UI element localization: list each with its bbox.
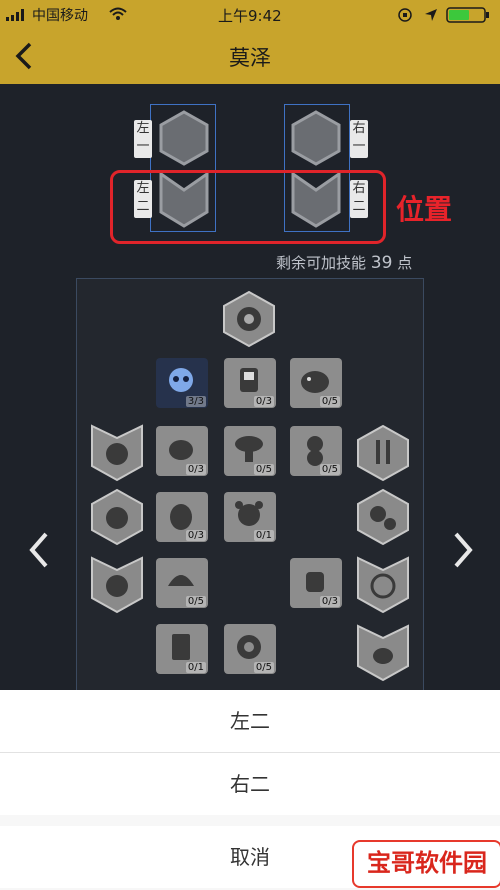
position-highlight-box bbox=[110, 170, 386, 244]
gears-badge-icon[interactable] bbox=[356, 488, 410, 546]
option-right-two[interactable]: 右二 bbox=[0, 753, 500, 815]
skill-count: 0/1 bbox=[253, 530, 274, 541]
slot-label-left-one: 左一 bbox=[134, 120, 152, 158]
gear-badge-icon[interactable] bbox=[222, 290, 276, 348]
talent-screen: 左一 左二 右一 右二 位置 剩余可加技能 39 点 3/3 0/3 0/5 0… bbox=[0, 84, 500, 700]
battery-icon bbox=[446, 7, 489, 23]
skill-count: 0/5 bbox=[185, 596, 206, 607]
remaining-label: 剩余可加技能 bbox=[276, 254, 367, 272]
flaming-skull-icon bbox=[169, 368, 193, 392]
skill-mushroom[interactable]: 0/5 bbox=[224, 426, 276, 476]
skill-count: 0/5 bbox=[253, 464, 274, 475]
skill-disc[interactable]: 0/5 bbox=[224, 624, 276, 674]
skill-card[interactable]: 0/1 bbox=[156, 624, 208, 674]
wifi-icon bbox=[109, 7, 127, 20]
signal-icon bbox=[6, 9, 24, 21]
watermark-logo: 宝哥软件园 bbox=[352, 840, 500, 888]
carrier-label: 中国移动 bbox=[32, 8, 88, 24]
skill-dino[interactable]: 0/3 bbox=[156, 426, 208, 476]
slot-label-right-one: 右一 bbox=[350, 120, 368, 158]
teddy-bear-icon bbox=[307, 436, 323, 466]
disc-icon bbox=[237, 635, 261, 659]
arrow-right-icon[interactable] bbox=[450, 530, 474, 570]
skill-count: 0/3 bbox=[185, 464, 206, 475]
skill-skull-flame[interactable]: 3/3 bbox=[156, 358, 208, 408]
skill-helmet[interactable]: 0/5 bbox=[156, 558, 208, 608]
skull-badge-icon[interactable] bbox=[90, 424, 144, 482]
grenade-icon bbox=[170, 504, 192, 530]
skill-count: 0/5 bbox=[253, 662, 274, 673]
grenade-bundle-badge-icon[interactable] bbox=[90, 556, 144, 614]
slot-right-one-hex-icon[interactable] bbox=[290, 110, 342, 166]
arrow-left-icon[interactable] bbox=[28, 530, 52, 570]
skill-count: 3/3 bbox=[185, 396, 206, 407]
skill-count: 0/5 bbox=[319, 396, 340, 407]
position-annotation: 位置 bbox=[396, 193, 453, 226]
remaining-unit: 点 bbox=[397, 254, 413, 272]
remaining-points: 剩余可加技能 39 点 bbox=[276, 252, 412, 273]
winged-badge-icon[interactable] bbox=[356, 624, 410, 682]
skill-count: 0/3 bbox=[319, 596, 340, 607]
skill-sprite[interactable]: 0/1 bbox=[224, 492, 276, 542]
remaining-count: 39 bbox=[370, 253, 393, 273]
missiles-badge-icon[interactable] bbox=[356, 424, 410, 482]
target-skull-badge-icon[interactable] bbox=[356, 556, 410, 614]
skill-count: 0/5 bbox=[319, 464, 340, 475]
mushroom-icon bbox=[235, 436, 263, 462]
fist-icon bbox=[306, 572, 324, 592]
robot-icon bbox=[240, 368, 258, 392]
skill-count: 0/3 bbox=[253, 396, 274, 407]
location-icon bbox=[425, 9, 437, 21]
skill-grenade[interactable]: 0/3 bbox=[156, 492, 208, 542]
skill-count: 0/3 bbox=[185, 530, 206, 541]
orientation-lock-icon bbox=[398, 8, 412, 22]
helmet-icon bbox=[168, 575, 194, 586]
skill-robot[interactable]: 0/3 bbox=[224, 358, 276, 408]
skill-beast[interactable]: 0/5 bbox=[290, 358, 342, 408]
dinosaur-icon bbox=[169, 440, 193, 460]
slot-left-one-hex-icon[interactable] bbox=[158, 110, 210, 166]
skill-fist[interactable]: 0/3 bbox=[290, 558, 342, 608]
status-bar: 中国移动 上午9:42 bbox=[0, 0, 500, 28]
status-time: 上午9:42 bbox=[218, 7, 282, 25]
option-left-two[interactable]: 左二 bbox=[0, 690, 500, 752]
page-title: 莫泽 bbox=[229, 46, 271, 70]
creature-icon bbox=[235, 501, 263, 526]
skill-count: 0/1 bbox=[185, 662, 206, 673]
nav-bar: 莫泽 bbox=[0, 28, 500, 84]
skull-bomb-badge-icon[interactable] bbox=[90, 488, 144, 546]
skill-teddy[interactable]: 0/5 bbox=[290, 426, 342, 476]
card-icon bbox=[172, 634, 190, 660]
beast-head-icon bbox=[301, 371, 329, 393]
